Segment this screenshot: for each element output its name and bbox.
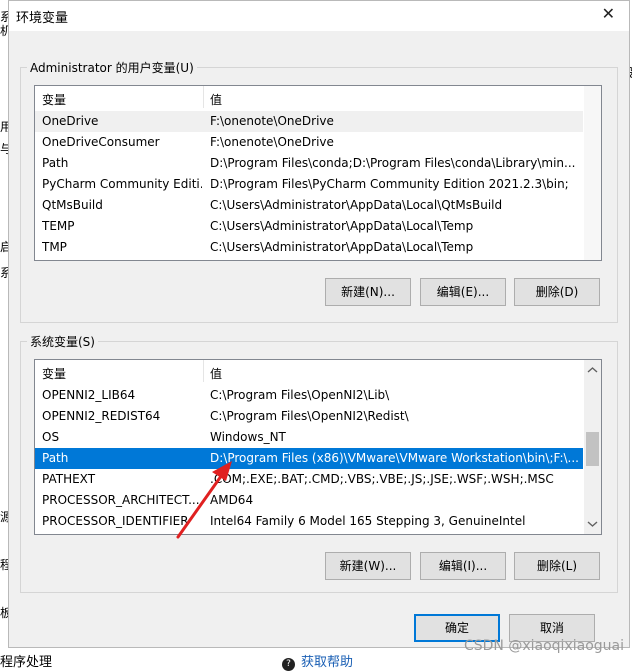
help-icon: ?	[282, 658, 295, 671]
var-value: C:\Users\Administrator\AppData\Local\QtM…	[210, 198, 503, 212]
system-edit-button[interactable]: 编辑(I)...	[420, 552, 506, 580]
var-value: Intel64 Family 6 Model 165 Stepping 3, G…	[210, 514, 526, 528]
scroll-up-icon[interactable]	[584, 362, 601, 379]
user-list-scrollbar[interactable]	[584, 86, 601, 260]
table-row[interactable]: TEMP C:\Users\Administrator\AppData\Loca…	[35, 216, 583, 237]
var-name: PyCharm Community Editi...	[42, 177, 202, 191]
table-row-selected[interactable]: Path D:\Program Files (x86)\VMware\VMwar…	[35, 448, 583, 469]
user-list-header: 变量 值	[35, 86, 601, 110]
var-value: F:\onenote\OneDrive	[210, 135, 334, 149]
var-value: .COM;.EXE;.BAT;.CMD;.VBS;.VBE;.JS;.JSE;.…	[210, 472, 554, 486]
var-value: D:\Program Files\PyCharm Community Editi…	[210, 177, 569, 191]
var-value: AMD64	[210, 493, 254, 507]
table-row[interactable]: TMP C:\Users\Administrator\AppData\Local…	[35, 237, 583, 258]
table-row[interactable]: OPENNI2_REDIST64 C:\Program Files\OpenNI…	[35, 406, 583, 427]
var-name: TMP	[42, 240, 67, 254]
table-row[interactable]: PROCESSOR_IDENTIFIER Intel64 Family 6 Mo…	[35, 511, 583, 532]
table-row[interactable]: Path D:\Program Files\conda;D:\Program F…	[35, 153, 583, 174]
var-name: PROCESSOR_IDENTIFIER	[42, 514, 189, 528]
system-delete-button[interactable]: 删除(L)	[514, 552, 600, 580]
bg-bottom-right: ? 获取帮助	[282, 651, 353, 671]
var-name: TEMP	[42, 219, 75, 233]
system-new-button[interactable]: 新建(W)...	[325, 552, 411, 580]
var-value: F:\onenote\OneDrive	[210, 114, 334, 128]
system-col-value[interactable]: 值	[210, 365, 222, 382]
table-row[interactable]: PATHEXT .COM;.EXE;.BAT;.CMD;.VBS;.VBE;.J…	[35, 469, 583, 490]
table-row[interactable]: PROCESSOR_ARCHITECT... AMD64	[35, 490, 583, 511]
user-col-value[interactable]: 值	[210, 91, 222, 108]
system-list-header: 变量 值	[35, 360, 601, 384]
var-value: Windows_NT	[210, 430, 286, 444]
var-value: C:\Users\Administrator\AppData\Local\Tem…	[210, 219, 474, 233]
var-value: C:\Users\Administrator\AppData\Local\Tem…	[210, 240, 474, 254]
var-name: OS	[42, 430, 60, 444]
table-row[interactable]: OS Windows_NT	[35, 427, 583, 448]
scroll-thumb[interactable]	[586, 432, 599, 466]
system-variables-list[interactable]: 变量 值 OPENNI2_LIB64 C:\Program Files\Open…	[34, 359, 602, 535]
header-divider	[203, 86, 204, 108]
user-col-name[interactable]: 变量	[42, 91, 66, 108]
system-list-scrollbar[interactable]	[584, 360, 601, 534]
var-name: OPENNI2_LIB64	[42, 388, 136, 402]
var-value: D:\Program Files (x86)\VMware\VMware Wor…	[210, 451, 579, 465]
var-name: Path	[42, 156, 69, 170]
dialog-title: 环境变量	[16, 11, 69, 26]
var-name: PROCESSOR_ARCHITECT...	[42, 493, 200, 507]
var-name: OneDrive	[42, 114, 99, 128]
var-name: OPENNI2_REDIST64	[42, 409, 161, 423]
var-value: C:\Program Files\OpenNI2\Lib\	[210, 388, 390, 402]
close-icon[interactable]: ✕	[602, 4, 615, 24]
user-variables-list[interactable]: 变量 值 OneDrive F:\onenote\OneDrive OneDri…	[34, 85, 602, 261]
user-new-button[interactable]: 新建(N)...	[325, 278, 411, 306]
table-row[interactable]: QtMsBuild C:\Users\Administrator\AppData…	[35, 195, 583, 216]
watermark: CSDN @xiaoqixiaoguai	[463, 638, 624, 654]
help-link[interactable]: 获取帮助	[301, 655, 353, 670]
bg-bottom-left: 程序处理	[0, 655, 53, 670]
var-name: Path	[42, 451, 69, 465]
environment-variables-dialog: 环境变量 ✕ Administrator 的用户变量(U) 变量 值 OneDr…	[8, 0, 630, 648]
user-variables-label: Administrator 的用户变量(U)	[27, 59, 197, 76]
var-value: D:\Program Files\conda;D:\Program Files\…	[210, 156, 576, 170]
scroll-down-icon[interactable]	[584, 515, 601, 532]
var-name: PATHEXT	[42, 472, 96, 486]
var-value: C:\Program Files\OpenNI2\Redist\	[210, 409, 409, 423]
table-row[interactable]: PyCharm Community Editi... D:\Program Fi…	[35, 174, 583, 195]
title-bar[interactable]: 环境变量 ✕	[9, 1, 629, 31]
var-name: QtMsBuild	[42, 198, 103, 212]
table-row[interactable]: OneDrive F:\onenote\OneDrive	[35, 111, 583, 132]
system-variables-label: 系统变量(S)	[27, 333, 98, 350]
var-name: OneDriveConsumer	[42, 135, 160, 149]
user-delete-button[interactable]: 删除(D)	[514, 278, 600, 306]
table-row[interactable]: OPENNI2_LIB64 C:\Program Files\OpenNI2\L…	[35, 385, 583, 406]
header-divider	[203, 360, 204, 382]
table-row[interactable]: OneDriveConsumer F:\onenote\OneDrive	[35, 132, 583, 153]
system-col-name[interactable]: 变量	[42, 365, 66, 382]
user-edit-button[interactable]: 编辑(E)...	[420, 278, 506, 306]
